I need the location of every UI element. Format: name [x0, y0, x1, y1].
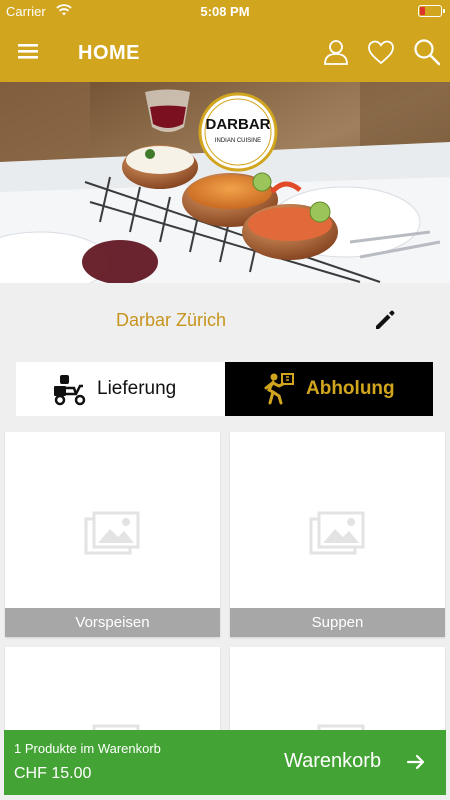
store-name[interactable]: Darbar Zürich [116, 310, 226, 331]
logo-subtext: INDIAN CUISINE [215, 138, 261, 144]
user-icon[interactable] [321, 37, 351, 67]
logo-text: DARBAR [206, 116, 271, 133]
battery-icon [418, 5, 445, 17]
store-row: Darbar Zürich [0, 283, 450, 355]
delivery-mode-button[interactable]: Lieferung [16, 362, 225, 416]
page-title: HOME [78, 42, 140, 64]
category-card[interactable]: Vorspeisen [5, 432, 220, 637]
category-card[interactable] [230, 647, 445, 730]
menu-icon[interactable] [16, 40, 40, 62]
category-label: Suppen [230, 608, 445, 637]
cart-count-text: 1 Produkte im Warenkorb [14, 741, 161, 756]
status-time: 5:08 PM [200, 4, 250, 19]
category-card[interactable]: Suppen [230, 432, 445, 637]
image-placeholder-icon [309, 511, 365, 555]
delivery-mode-label: Lieferung [97, 378, 177, 399]
heart-icon[interactable] [366, 37, 396, 67]
pickup-mode-button[interactable]: Abholung [225, 362, 433, 416]
pickup-mode-label: Abholung [306, 378, 395, 399]
pickup-person-icon [264, 373, 294, 405]
cart-button-label[interactable]: Warenkorb [284, 750, 381, 773]
image-placeholder-icon [317, 724, 365, 730]
arrow-right-icon[interactable] [406, 753, 426, 771]
edit-pencil-icon[interactable] [372, 307, 398, 333]
search-icon[interactable] [412, 37, 442, 67]
status-bar: Carrier 5:08 PM [0, 0, 450, 22]
image-placeholder-icon [92, 724, 140, 730]
image-placeholder-icon [84, 511, 140, 555]
category-card[interactable] [5, 647, 220, 730]
restaurant-hero-image: DARBAR INDIAN CUISINE [0, 82, 450, 283]
category-label: Vorspeisen [5, 608, 220, 637]
app-bar: HOME [0, 22, 450, 82]
cart-total: CHF 15.00 [14, 765, 92, 782]
cart-bar[interactable]: 1 Produkte im Warenkorb CHF 15.00 Warenk… [4, 730, 446, 795]
delivery-scooter-icon [54, 375, 86, 406]
